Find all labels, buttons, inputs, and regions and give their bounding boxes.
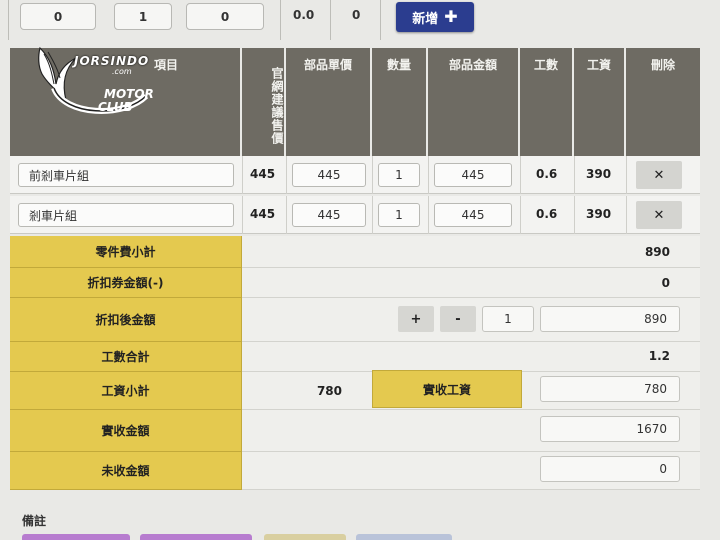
parts-subtotal-row: 890 — [242, 236, 700, 268]
qty-field[interactable]: 1 — [378, 203, 420, 227]
labor-units-value: 0.6 — [536, 167, 558, 181]
top-summary-row: 0 1 0 0.0 0 新增 ✚ — [0, 0, 720, 42]
col-header-parts-amount: 部品金額 — [428, 48, 520, 156]
jorsindo-logo: JORSINDO .com MOTOR CLUB — [34, 44, 154, 120]
bottom-button-3[interactable] — [264, 534, 346, 540]
unpaid-amount-label: 未收金額 — [10, 452, 242, 490]
delete-button[interactable]: ✕ — [636, 161, 682, 189]
discounted-amount-label: 折扣後金額 — [10, 298, 242, 342]
actual-wage-label: 實收工資 — [372, 370, 522, 408]
qty-field[interactable]: 1 — [378, 163, 420, 187]
col-header-qty: 數量 — [372, 48, 428, 156]
close-icon: ✕ — [653, 207, 665, 223]
bottom-button-4[interactable] — [356, 534, 452, 540]
col-header-labor-cost: 工資 — [574, 48, 626, 156]
top-field-3[interactable]: 0 — [186, 3, 264, 30]
divider — [330, 0, 331, 40]
close-icon: ✕ — [653, 167, 665, 183]
actual-wage-field[interactable]: 780 — [540, 376, 680, 402]
divider — [8, 0, 9, 40]
suggest-price-value: 445 — [250, 207, 276, 221]
unit-price-field[interactable]: 445 — [292, 203, 366, 227]
col-header-labor-units: 工數 — [520, 48, 574, 156]
plus-icon: ✚ — [444, 7, 458, 26]
delete-button[interactable]: ✕ — [636, 201, 682, 229]
item-name-field[interactable]: 剎車片組 — [18, 203, 234, 227]
actual-amount-field[interactable]: 1670 — [540, 416, 680, 442]
discounted-amount-field[interactable]: 890 — [540, 306, 680, 332]
coupon-value: 0 — [661, 276, 670, 290]
item-name-field[interactable]: 前剎車片組 — [18, 163, 234, 187]
wage-subtotal-value: 780 — [316, 384, 342, 398]
top-field-2[interactable]: 1 — [114, 3, 172, 30]
col-header-delete: 刪除 — [650, 58, 675, 72]
parts-subtotal-label: 零件費小計 — [10, 236, 242, 268]
col-header-unit-price: 部品單價 — [286, 48, 372, 156]
labor-total-label: 工數合計 — [10, 342, 242, 372]
divider — [280, 0, 281, 40]
parts-amount-field[interactable]: 445 — [434, 203, 512, 227]
actual-amount-label: 實收金額 — [10, 410, 242, 452]
parts-amount-field[interactable]: 445 — [434, 163, 512, 187]
table-row: 前剎車片組 445 445 1 445 0.6 390 ✕ — [10, 156, 700, 194]
parts-subtotal-value: 890 — [644, 245, 670, 259]
suggest-price-value: 445 — [250, 167, 276, 181]
add-button-label: 新增 — [412, 11, 439, 27]
bottom-button-2[interactable] — [140, 534, 252, 540]
bottom-button-1[interactable] — [22, 534, 130, 540]
col-header-suggest-price: 官網建議售價 — [242, 48, 286, 156]
unit-price-field[interactable]: 445 — [292, 163, 366, 187]
coupon-row: 0 — [242, 268, 700, 298]
add-item-button[interactable]: 新增 ✚ — [396, 2, 474, 32]
decrease-button[interactable]: - — [440, 306, 476, 332]
unpaid-amount-field[interactable]: 0 — [540, 456, 680, 482]
top-value-4: 0.0 — [293, 8, 315, 22]
divider — [380, 0, 381, 40]
labor-total-row: 1.2 — [242, 342, 700, 372]
notes-label: 備註 — [22, 514, 47, 528]
coupon-label: 折扣券金額(-) — [10, 268, 242, 298]
labor-cost-value: 390 — [586, 207, 612, 221]
increase-button[interactable]: + — [398, 306, 434, 332]
labor-cost-value: 390 — [586, 167, 612, 181]
table-row: 剎車片組 445 445 1 445 0.6 390 ✕ — [10, 196, 700, 234]
labor-units-value: 0.6 — [536, 207, 558, 221]
wage-subtotal-label: 工資小計 — [10, 372, 242, 410]
top-value-5: 0 — [352, 8, 361, 22]
multiplier-field[interactable]: 1 — [482, 306, 534, 332]
labor-total-value: 1.2 — [648, 349, 670, 363]
top-field-1[interactable]: 0 — [20, 3, 96, 30]
